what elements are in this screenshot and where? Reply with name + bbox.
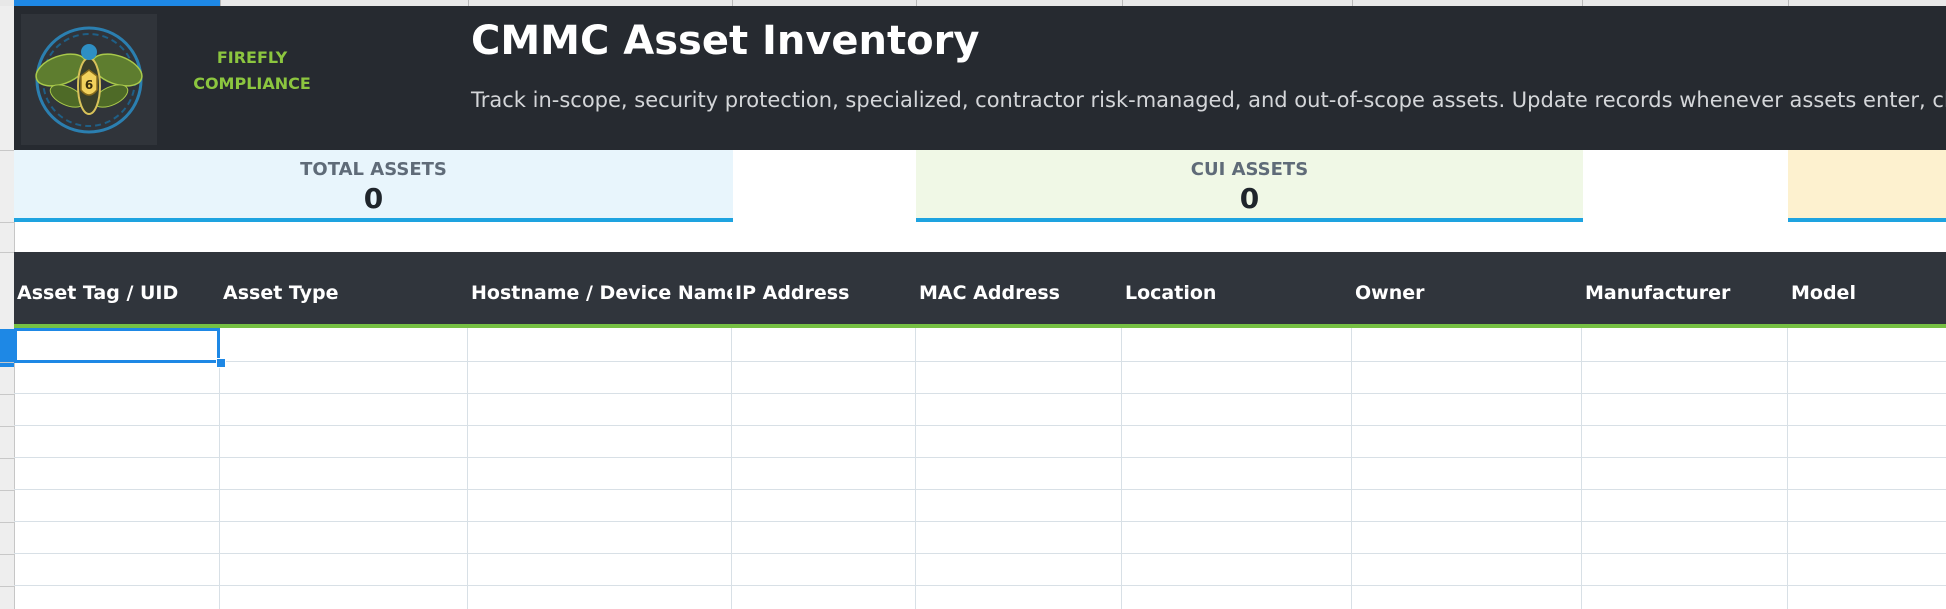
- column-header-mac-address[interactable]: MAC Address: [916, 252, 1122, 324]
- grid-column-line: [731, 328, 732, 609]
- row-divider: [0, 458, 14, 459]
- column-header-ip-address[interactable]: IP Address: [732, 252, 916, 324]
- column-header-asset-tag[interactable]: Asset Tag / UID: [14, 252, 220, 324]
- kpi-total-label: TOTAL ASSETS: [300, 159, 447, 180]
- firefly-shield-logo-icon: 6: [21, 14, 157, 145]
- grid-column-line: [1581, 328, 1582, 609]
- grid-row-line: [14, 489, 1946, 490]
- kpi-third-card: [1788, 150, 1946, 222]
- row-divider: [0, 362, 14, 363]
- grid-row-line: [14, 393, 1946, 394]
- grid-column-line: [1351, 328, 1352, 609]
- grid-row-line: [14, 425, 1946, 426]
- column-header-owner[interactable]: Owner: [1352, 252, 1582, 324]
- grid-column-line: [1787, 328, 1788, 609]
- grid-row-line: [14, 521, 1946, 522]
- title-banner: 6 FIREFLY COMPLIANCE CMMC Asset Inventor…: [14, 6, 1946, 150]
- row-divider: [0, 426, 14, 427]
- column-header-hostname[interactable]: Hostname / Device Name: [468, 252, 732, 324]
- brand-line-1: FIREFLY: [216, 48, 288, 67]
- active-cell[interactable]: [14, 328, 220, 363]
- table-header-row: Asset Tag / UID Asset Type Hostname / De…: [14, 252, 1946, 328]
- kpi-cui-assets: CUI ASSETS 0: [916, 150, 1583, 222]
- brand-line-2: COMPLIANCE: [193, 74, 311, 93]
- kpi-cui-value: 0: [1239, 182, 1260, 215]
- grid-row-line: [14, 553, 1946, 554]
- row-header-strip[interactable]: [0, 6, 15, 609]
- column-header-asset-type[interactable]: Asset Type: [220, 252, 468, 324]
- kpi-cui-label: CUI ASSETS: [1190, 159, 1309, 180]
- grid-column-line: [1121, 328, 1122, 609]
- grid-column-line: [219, 328, 220, 609]
- row-divider: [0, 222, 14, 223]
- kpi-total-value: 0: [363, 182, 384, 215]
- row-divider: [0, 586, 14, 587]
- fill-handle[interactable]: [216, 358, 226, 368]
- row-divider: [0, 522, 14, 523]
- page-subtitle: Track in-scope, security protection, spe…: [471, 88, 1946, 112]
- brand-name: FIREFLY COMPLIANCE: [172, 45, 332, 97]
- kpi-total-assets: TOTAL ASSETS 0: [14, 150, 733, 222]
- svg-text:6: 6: [85, 78, 93, 92]
- row-divider: [0, 252, 14, 253]
- page-title: CMMC Asset Inventory: [471, 18, 980, 64]
- column-header-location[interactable]: Location: [1122, 252, 1352, 324]
- row-divider: [0, 394, 14, 395]
- row-divider: [0, 490, 14, 491]
- grid-row-line: [14, 585, 1946, 586]
- row-divider: [0, 554, 14, 555]
- grid-column-line: [915, 328, 916, 609]
- grid-row-line: [14, 361, 1946, 362]
- data-grid[interactable]: [14, 328, 1946, 609]
- row-divider: [0, 150, 14, 151]
- column-header-model[interactable]: Model: [1788, 252, 1946, 324]
- grid-column-line: [467, 328, 468, 609]
- column-header-manufacturer[interactable]: Manufacturer: [1582, 252, 1788, 324]
- grid-row-line: [14, 457, 1946, 458]
